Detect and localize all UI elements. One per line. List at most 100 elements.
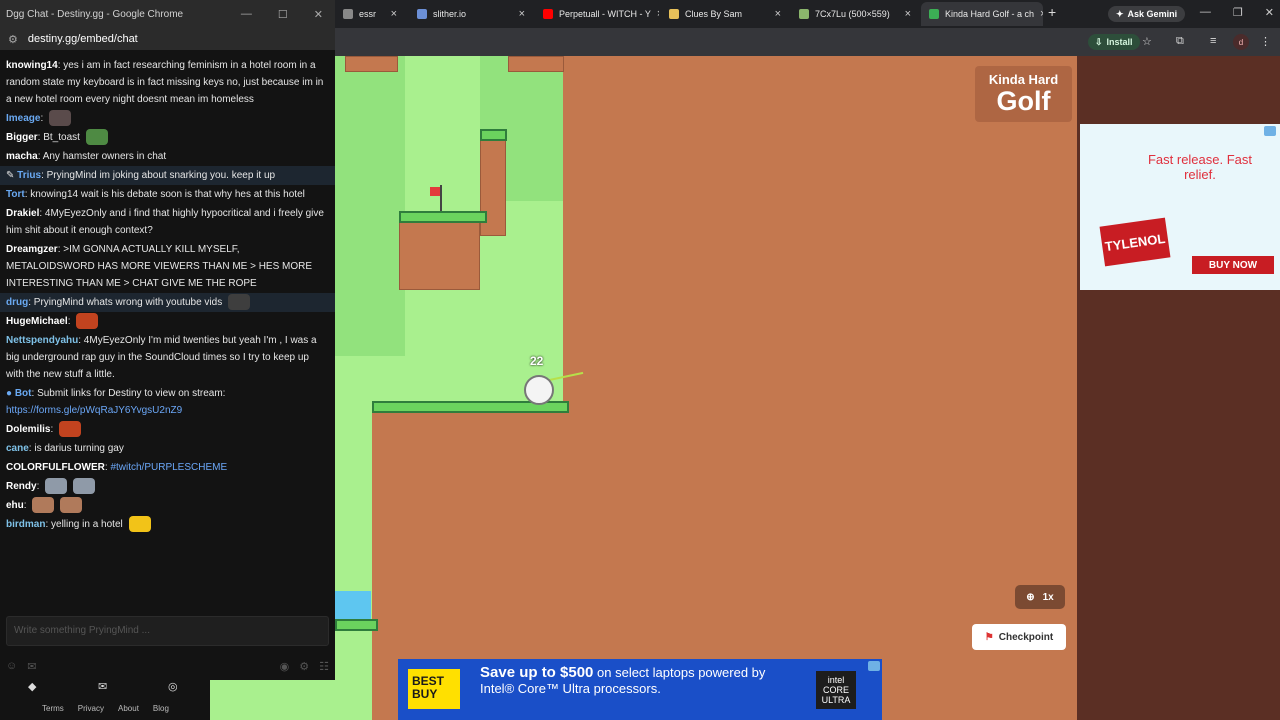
discord-icon[interactable]: ◆: [28, 680, 42, 693]
emote-icon: [76, 313, 99, 330]
ad-choices-icon[interactable]: [868, 661, 880, 671]
hole-flag-icon: [430, 185, 442, 211]
sky-lower: [335, 631, 372, 720]
chat-username[interactable]: Bigger: [6, 132, 38, 143]
maximize-icon[interactable]: ☐: [278, 8, 288, 21]
email-icon[interactable]: ✉: [98, 680, 112, 693]
chat-username[interactable]: Drakiel: [6, 208, 39, 219]
chat-username[interactable]: COLORFULFLOWER: [6, 462, 105, 473]
blog-link[interactable]: Blog: [153, 704, 169, 713]
whisper-icon[interactable]: ✉: [27, 660, 36, 676]
tab-favicon-icon: [343, 9, 353, 19]
chat-message: macha: Any hamster owners in chat: [6, 151, 167, 162]
emote-icon: [60, 497, 83, 514]
about-link[interactable]: About: [118, 704, 139, 713]
ask-gemini-button[interactable]: ✦ Ask Gemini: [1108, 6, 1186, 22]
profile-avatar[interactable]: d: [1233, 34, 1249, 50]
chat-message-highlighted: ✎ Trius: PryingMind im joking about snar…: [0, 166, 335, 185]
emoji-icon[interactable]: ☺: [6, 660, 17, 676]
stroke-counter: 22: [530, 354, 544, 368]
chat-username[interactable]: cane: [6, 443, 29, 454]
close-window-icon[interactable]: ✕: [314, 8, 323, 21]
chat-username[interactable]: Nettspendyahu: [6, 335, 78, 346]
close-tab-icon[interactable]: ×: [513, 8, 525, 20]
chat-text: yelling in a hotel: [51, 519, 123, 530]
install-app-button[interactable]: ⇩ Install: [1088, 34, 1140, 50]
close-tab-icon[interactable]: ×: [651, 8, 659, 20]
chat-username[interactable]: Trius: [17, 170, 41, 181]
ad-headline: Save up to $500: [480, 664, 594, 681]
maximize-icon[interactable]: ❐: [1233, 6, 1243, 19]
reddit-icon[interactable]: ◎: [168, 680, 182, 693]
pin-icon: ✎: [6, 170, 15, 181]
chat-url-bar: ⚙ destiny.gg/embed/chat: [0, 28, 335, 50]
chat-username[interactable]: knowing14: [6, 60, 58, 71]
chat-username[interactable]: birdman: [6, 519, 45, 530]
flag-icon: ⚑: [984, 631, 994, 643]
close-tab-icon[interactable]: ×: [769, 8, 781, 20]
close-tab-icon[interactable]: ×: [385, 8, 397, 20]
chat-message: ehu:: [0, 496, 335, 515]
chat-username[interactable]: macha: [6, 151, 38, 162]
chat-input[interactable]: Write something PryingMind ...: [6, 616, 329, 646]
chat-username[interactable]: Rendy: [6, 481, 37, 492]
bookmark-star-icon[interactable]: ☆: [1142, 35, 1152, 48]
gemini-icon: ✦: [1116, 8, 1124, 19]
tab-essr[interactable]: essr ×: [335, 2, 405, 26]
golf-game-canvas[interactable]: [335, 56, 1077, 720]
chat-text: PryingMind whats wrong with youtube vids: [33, 297, 223, 308]
dirt-platform: [399, 218, 480, 290]
settings-icon[interactable]: ⚙: [299, 660, 309, 676]
tab-kinda-hard-golf[interactable]: Kinda Hard Golf - a ch ×: [921, 2, 1043, 26]
forms-link[interactable]: https://forms.gle/pWqRaJY6YvgsU2nZ9: [6, 405, 182, 416]
visibility-icon[interactable]: ◉: [280, 660, 290, 676]
minimize-icon[interactable]: —: [241, 8, 252, 21]
chat-username[interactable]: Dolemilis: [6, 424, 50, 435]
close-window-icon[interactable]: ✕: [1265, 6, 1274, 19]
pepe-emote-icon: [85, 129, 108, 146]
tab-label: essr: [359, 9, 377, 19]
close-tab-icon[interactable]: ×: [899, 8, 911, 20]
chat-message: Nettspendyahu: 4MyEyezOnly I'm mid twent…: [6, 335, 317, 380]
extensions-icon[interactable]: ⧉: [1176, 35, 1184, 48]
terms-link[interactable]: Terms: [42, 704, 64, 713]
chat-username[interactable]: Bot: [15, 388, 32, 399]
close-tab-icon[interactable]: ×: [1034, 8, 1043, 20]
checkpoint-button[interactable]: ⚑ Checkpoint: [972, 624, 1066, 650]
sky-shade: [335, 56, 405, 356]
privacy-link[interactable]: Privacy: [78, 704, 104, 713]
ad-choices-icon[interactable]: [1264, 126, 1276, 136]
chat-url[interactable]: destiny.gg/embed/chat: [28, 33, 138, 45]
chat-username[interactable]: Imeage: [6, 113, 40, 124]
tab-clues-by-sam[interactable]: Clues By Sam ×: [661, 2, 789, 26]
chat-message: Rendy:: [0, 477, 335, 496]
golf-ball[interactable]: [524, 375, 554, 405]
chat-message: HugeMichael:: [0, 312, 335, 331]
tab-slither[interactable]: slither.io ×: [409, 2, 533, 26]
menu-kebab-icon[interactable]: ⋮: [1260, 35, 1271, 48]
zoom-button[interactable]: ⊕ 1x: [1015, 585, 1065, 609]
chat-username[interactable]: ehu: [6, 500, 24, 511]
best-buy-ad[interactable]: BEST BUY Save up to $500 on select lapto…: [398, 659, 882, 720]
twitch-link[interactable]: #twitch/PURPLESCHEME: [110, 462, 227, 473]
site-info-icon[interactable]: ⚙: [8, 33, 18, 46]
chat-message-list[interactable]: knowing14: yes i am in fact researching …: [0, 56, 335, 612]
new-tab-icon[interactable]: +: [1048, 4, 1056, 20]
tab-label: slither.io: [433, 9, 467, 19]
chat-username[interactable]: Dreamgzer: [6, 244, 58, 255]
buy-now-button[interactable]: BUY NOW: [1192, 256, 1274, 274]
users-icon[interactable]: ☷: [319, 660, 329, 676]
window-controls: — ❐ ✕: [1200, 6, 1274, 19]
chat-username[interactable]: drug: [6, 297, 28, 308]
media-controls-icon[interactable]: ≡: [1210, 35, 1216, 47]
minimize-icon[interactable]: —: [1200, 6, 1211, 19]
tylenol-ad[interactable]: Fast release. Fast relief. TYLENOL BUY N…: [1080, 124, 1280, 290]
tab-favicon-icon: [669, 9, 679, 19]
chat-text: PryingMind im joking about snarking you.…: [46, 170, 276, 181]
tab-youtube[interactable]: Perpetuall - WITCH - Y ×: [535, 2, 659, 26]
chat-username[interactable]: HugeMichael: [6, 316, 68, 327]
tab-image[interactable]: 7Cx7Lu (500×559) ×: [791, 2, 919, 26]
chat-username[interactable]: Tort: [6, 189, 25, 200]
chat-message-highlighted: drug: PryingMind whats wrong with youtub…: [0, 293, 335, 312]
ask-gemini-label: Ask Gemini: [1127, 9, 1178, 19]
